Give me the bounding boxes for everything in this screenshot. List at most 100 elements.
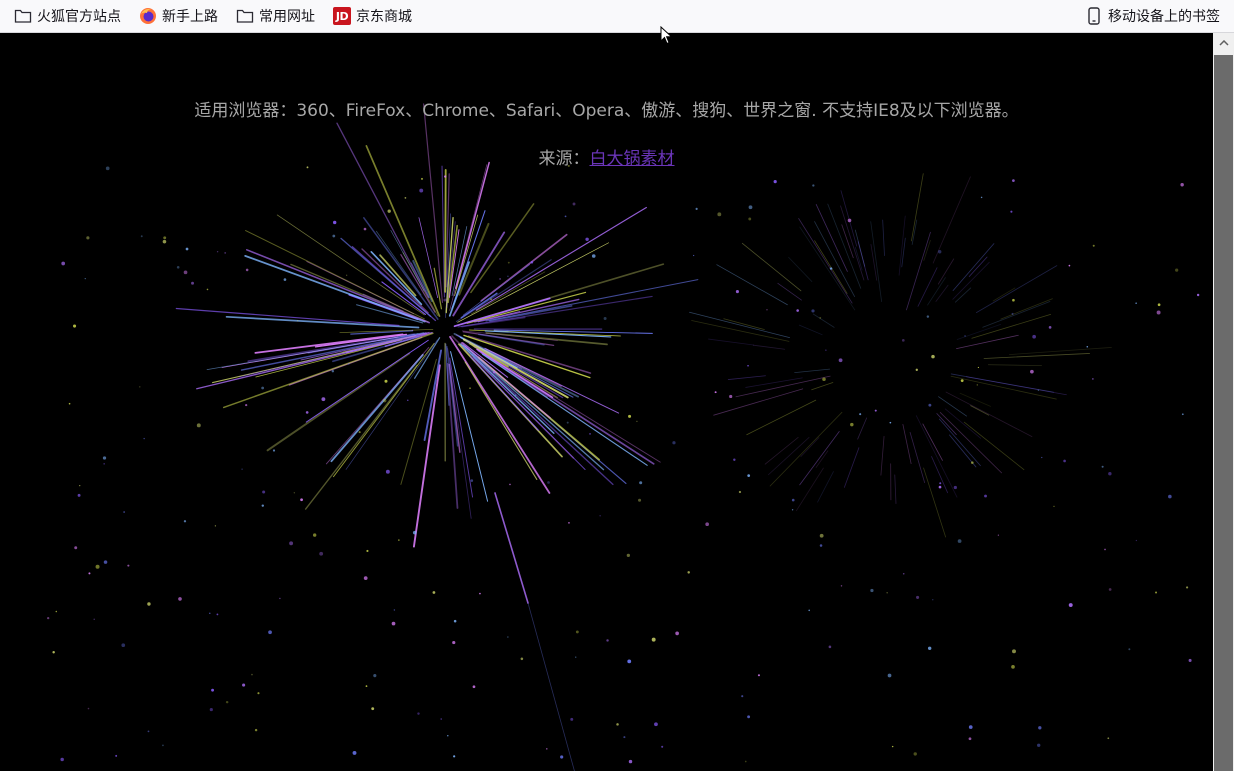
firework-particle [68,402,71,405]
firework-particle [915,368,918,372]
firework-particle [346,274,348,276]
firework-particle [206,288,209,291]
firework-spark [175,307,400,327]
firework-spark [455,161,490,289]
firework-particle [1108,588,1112,591]
firework-particle [312,533,317,537]
firework-particle [412,530,417,535]
firework-particle [398,539,400,541]
firework-particle [185,247,189,251]
firework-particle [515,394,517,396]
firework-spark [798,324,823,336]
firework-particle [599,515,601,517]
firework-particle [479,592,481,595]
firework-particle [183,520,187,523]
firework-spark [954,287,972,303]
fireworks-canvas[interactable] [0,33,1213,771]
firework-particle [469,387,471,389]
firework-particle [977,366,979,369]
firework-particle [1092,378,1094,380]
firework-particle [88,572,91,575]
firework-particle [289,541,294,546]
scrollbar-thumb[interactable] [1214,55,1233,771]
bookmark-firefox-official[interactable]: 火狐官方站点 [8,3,127,29]
firework-spark [840,190,858,247]
firework-particle [393,609,396,611]
firework-spark [870,221,883,303]
firework-spark [471,271,546,315]
firework-spark [987,364,1042,367]
firework-spark [414,337,441,379]
firework-particle [887,673,892,678]
firework-spark [970,405,990,416]
firework-spark [330,353,424,463]
firework-particle [453,755,456,758]
bookmark-label: 常用网址 [259,9,315,25]
bookmark-common-sites[interactable]: 常用网址 [230,3,321,29]
firework-spark [937,258,955,285]
firework-spark [945,391,1033,438]
firework-particle [819,533,824,538]
jd-icon-text: JD [333,7,351,25]
firework-particle [470,479,474,482]
firework-spark [870,243,878,281]
firework-particle [695,207,698,210]
mouse-cursor-icon [660,26,673,45]
firework-particle [272,449,276,452]
firework-particle [447,735,449,737]
firework-spark [489,305,573,322]
firework-spark [480,233,568,302]
firework-particle [492,371,496,374]
bookmark-jd-mall[interactable]: JD 京东商城 [327,3,418,29]
firework-particle [196,423,201,428]
firework-particle [432,591,436,594]
firework-particle [1011,312,1014,315]
vertical-scrollbar[interactable] [1213,33,1234,771]
firework-particle [1012,298,1015,302]
firework-particle [257,692,260,695]
firework-spark [691,320,790,342]
firework-spark [857,417,868,440]
firework-particle [443,175,447,178]
firework-particle [572,202,576,206]
firework-particle [268,630,272,635]
firework-particle [115,754,118,757]
scroll-up-arrow-icon[interactable] [1213,33,1234,53]
source-prefix: 来源： [538,149,590,169]
firework-particle [332,234,336,238]
firework-particle [385,469,390,474]
firework-spark [800,437,820,457]
firework-particle [651,637,656,642]
firework-particle [626,553,630,558]
firework-spark [473,346,661,463]
firework-spark [777,282,802,301]
firework-particle [1168,494,1172,499]
firework-spark [247,333,415,363]
bookmark-mobile-devices[interactable]: 移动设备上的书签 [1079,3,1226,29]
firework-particle [127,564,130,567]
firework-particle [391,621,396,626]
firework-particle [163,236,167,240]
firework-particle [347,362,350,365]
firework-spark [365,145,441,317]
firework-particle [1181,413,1184,416]
firework-spark [225,315,420,329]
firework-spark [745,377,803,388]
firework-particle [939,482,942,485]
firework-particle [176,265,180,269]
firework-particle [938,485,942,489]
firework-particle [490,298,492,300]
source-link[interactable]: 白大锅素材 [590,149,675,169]
firework-particle [52,651,55,654]
bookmark-label: 新手上路 [162,9,218,25]
firework-spark [950,375,1057,400]
firework-particle [825,349,827,351]
firework-particle [953,485,957,490]
firework-particle [639,481,643,485]
firework-particle [95,564,100,569]
firework-particle [757,674,760,677]
bookmark-getting-started[interactable]: 新手上路 [133,3,224,29]
firework-spark [983,353,1090,359]
firework-particle [874,409,877,412]
firework-particle [209,612,211,614]
